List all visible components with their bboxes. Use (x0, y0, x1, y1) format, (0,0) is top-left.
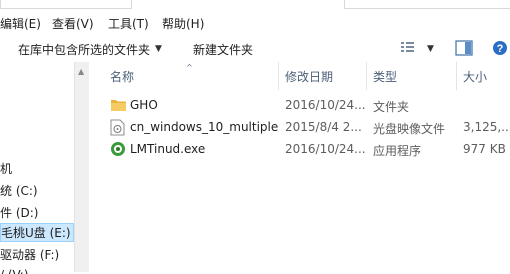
file-name: LMTinud.exe (130, 142, 206, 156)
file-type: 应用程序 (373, 144, 422, 158)
file-type: 光盘映像文件 (373, 122, 446, 136)
svg-text:?: ? (497, 43, 504, 55)
column-separator[interactable] (366, 62, 367, 90)
file-row[interactable]: GHO 2016/10/24... 文件夹 (104, 95, 510, 116)
menu-tools[interactable]: 工具(T) (108, 15, 149, 32)
column-header-size[interactable]: 大小 (458, 62, 510, 90)
address-bar-edge (344, 0, 510, 9)
file-size: 3,125,... (463, 120, 510, 134)
window-chrome-left (0, 0, 132, 9)
file-modified: 2016/10/24... (285, 142, 365, 156)
column-header-type[interactable]: 类型 (368, 62, 456, 90)
column-header-modified[interactable]: 修改日期 (280, 62, 366, 90)
command-bar: 在库中包含所选的文件夹 ▼ 新建文件夹 ▼ ? (0, 36, 510, 62)
menu-help[interactable]: 帮助(H) (162, 15, 204, 32)
scroll-up-icon[interactable]: ▲ (78, 67, 84, 76)
view-details-icon[interactable] (400, 40, 418, 57)
file-modified: 2015/8/4 2... (285, 120, 362, 134)
nav-item-drive-c[interactable]: 统 (C:) (0, 182, 74, 199)
nav-scrollbar[interactable]: ▲ (74, 62, 89, 272)
nav-item-computer[interactable]: 机 (0, 160, 74, 177)
column-separator[interactable] (456, 62, 457, 90)
file-name: GHO (130, 98, 158, 112)
menu-edit[interactable]: 编辑(E) (0, 15, 41, 32)
file-type: 文件夹 (373, 100, 410, 114)
preview-pane-icon[interactable] (455, 40, 473, 59)
view-options-chevron-down-icon[interactable]: ▼ (427, 44, 434, 54)
help-icon[interactable]: ? (492, 40, 508, 59)
nav-item-drive-e[interactable]: 毛桃U盘 (E:) (0, 223, 74, 242)
column-separator[interactable] (278, 62, 279, 90)
menu-view[interactable]: 查看(V) (52, 15, 94, 32)
file-row[interactable]: cn_windows_10_multiple_ 2015/8/4 2... 光盘… (104, 117, 510, 138)
file-name: cn_windows_10_multiple_ (130, 120, 278, 134)
new-folder-button[interactable]: 新建文件夹 (193, 41, 253, 58)
file-size: 977 KB (463, 142, 506, 156)
app-icon (110, 141, 126, 160)
include-in-library-chevron-down-icon[interactable]: ▼ (155, 44, 162, 54)
menu-bar: 编辑(E) 查看(V) 工具(T) 帮助(H) (0, 0, 510, 36)
disc-image-icon (110, 119, 125, 139)
column-header-name[interactable]: 名称 (104, 62, 278, 90)
nav-item-drive-d[interactable]: 件 (D:) (0, 204, 74, 221)
folder-icon (110, 97, 127, 115)
file-row[interactable]: LMTinud.exe 2016/10/24... 应用程序 977 KB (104, 139, 510, 160)
nav-item-drive-v[interactable]: / (V:) (0, 268, 74, 274)
include-in-library-button[interactable]: 在库中包含所选的文件夹 (18, 41, 150, 58)
file-modified: 2016/10/24... (285, 98, 365, 112)
nav-item-drive-f[interactable]: 驱动器 (F:) (0, 246, 74, 263)
